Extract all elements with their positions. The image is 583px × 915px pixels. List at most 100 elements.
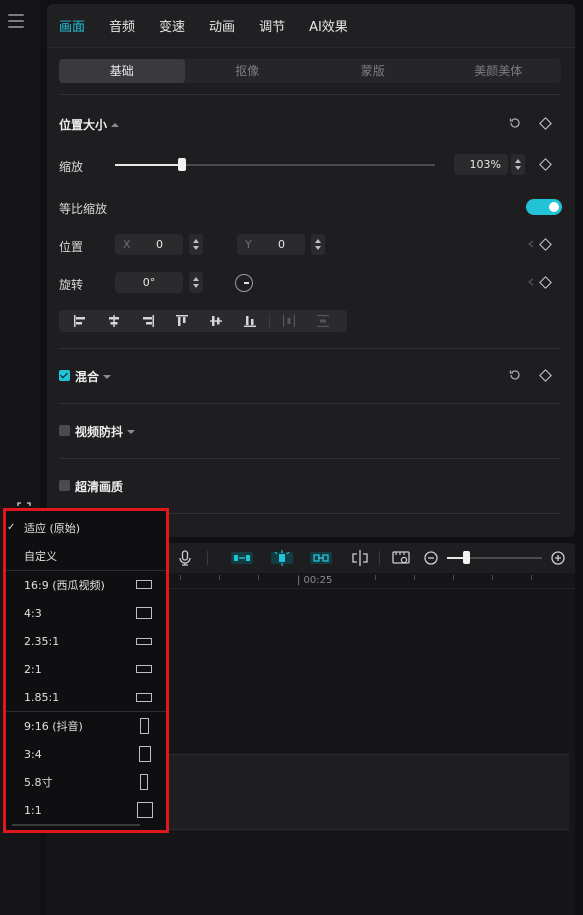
scale-slider[interactable]: [115, 158, 435, 171]
x-value: 0: [156, 238, 163, 251]
scale-slider-handle[interactable]: [178, 158, 187, 171]
ratio-option-9-16[interactable]: 9:16 (抖音): [6, 712, 166, 740]
ratio-option-1-85-1[interactable]: 1.85:1: [6, 683, 166, 711]
ratio-option-16-9[interactable]: 16:9 (西瓜视频): [6, 571, 166, 599]
section-stabilize[interactable]: 视频防抖: [75, 423, 136, 440]
section-hd[interactable]: 超清画质: [75, 478, 123, 495]
section-position-size[interactable]: 位置大小: [59, 116, 120, 133]
ratio-option-5-8-inch[interactable]: 5.8寸: [6, 768, 166, 796]
caret-up-icon: [111, 122, 120, 127]
linkage-icon[interactable]: [310, 550, 332, 566]
subtab-beauty[interactable]: 美颜美体: [436, 59, 562, 83]
subtab-mask[interactable]: 蒙版: [310, 59, 436, 83]
zoom-out-icon[interactable]: [423, 550, 439, 566]
align-left-icon[interactable]: [63, 310, 97, 332]
ruler-tick: [375, 575, 376, 580]
divider: [269, 314, 270, 328]
tab-picture[interactable]: 画面: [59, 16, 85, 35]
section-blend[interactable]: 混合: [75, 368, 112, 385]
position-y-stepper[interactable]: [311, 234, 325, 255]
distribute-vertical-icon: [306, 310, 340, 332]
ruler-tick: [258, 575, 259, 580]
subtab-basic[interactable]: 基础: [59, 59, 185, 83]
ratio-option-custom[interactable]: 自定义: [6, 542, 166, 570]
ratio-option-label: 9:16 (抖音): [24, 720, 83, 733]
menu-icon[interactable]: [8, 14, 24, 28]
microphone-icon[interactable]: [177, 550, 193, 566]
tab-ai-effects[interactable]: AI效果: [309, 16, 348, 35]
keyframe-diamond-icon[interactable]: [539, 238, 552, 251]
rotation-value: 0°: [142, 276, 156, 289]
zoom-fit-icon[interactable]: [392, 550, 410, 566]
stabilize-checkbox[interactable]: [59, 425, 70, 436]
ratio-option-2-35-1[interactable]: 2.35:1: [6, 627, 166, 655]
rotation-field[interactable]: 0°: [115, 272, 183, 293]
uniform-scale-toggle[interactable]: [526, 199, 562, 215]
divider: [59, 348, 561, 349]
ratio-5-8-inch-icon: [140, 774, 148, 790]
ratio-9-16-icon: [140, 718, 149, 734]
link-main-track-icon[interactable]: [231, 550, 253, 566]
scale-value-field[interactable]: 103%: [454, 154, 508, 175]
rotation-stepper[interactable]: [189, 272, 203, 293]
align-center-horizontal-icon[interactable]: [97, 310, 131, 332]
ratio-1-85-1-icon: [136, 693, 152, 702]
ruler-tick: [453, 575, 454, 580]
scale-stepper[interactable]: [511, 154, 525, 175]
blend-checkbox[interactable]: [59, 370, 70, 381]
keyframe-diamond-icon[interactable]: [539, 117, 552, 130]
zoom-slider-handle[interactable]: [463, 551, 470, 564]
ratio-option-2-1[interactable]: 2:1: [6, 655, 166, 683]
divider: [59, 94, 561, 95]
distribute-horizontal-icon: [272, 310, 306, 332]
divider: [59, 458, 561, 459]
hd-checkbox[interactable]: [59, 480, 70, 491]
hd-label: 超清画质: [75, 480, 124, 494]
ratio-option-4-3[interactable]: 4:3: [6, 599, 166, 627]
ratio-option-label: 2.35:1: [24, 634, 60, 648]
ratio-option-label: 3:4: [24, 747, 42, 761]
rotation-dial[interactable]: [235, 274, 253, 292]
caret-down-icon: [127, 429, 136, 434]
tab-audio[interactable]: 音频: [109, 16, 135, 35]
ratio-option-1-1[interactable]: 1:1: [6, 796, 166, 824]
keyframe-diamond-icon[interactable]: [539, 158, 552, 171]
position-x-stepper[interactable]: [189, 234, 203, 255]
position-y-field[interactable]: Y 0: [237, 234, 305, 255]
subtab-cutout[interactable]: 抠像: [185, 59, 311, 83]
ruler-tick: [492, 575, 493, 580]
align-top-icon[interactable]: [165, 310, 199, 332]
timeline-zoom-slider[interactable]: [447, 551, 542, 564]
ratio-option-fit-original[interactable]: ✓ 适应 (原始): [6, 514, 166, 542]
scale-value: 103%: [469, 158, 501, 171]
x-axis-label: X: [123, 238, 131, 251]
ruler-tick: [531, 575, 532, 580]
ruler-tick: [180, 575, 181, 580]
ratio-option-label: 自定义: [24, 550, 57, 563]
position-x-field[interactable]: X 0: [115, 234, 183, 255]
reset-icon[interactable]: [508, 116, 522, 130]
reset-icon[interactable]: [508, 368, 522, 382]
snap-icon[interactable]: [271, 550, 293, 566]
ratio-1-1-icon: [137, 802, 153, 818]
align-right-icon[interactable]: [131, 310, 165, 332]
prev-keyframe-icon[interactable]: [528, 278, 534, 286]
ruler-tick: [414, 575, 415, 580]
ratio-option-3-4[interactable]: 3:4: [6, 740, 166, 768]
tab-adjust[interactable]: 调节: [259, 16, 285, 35]
zoom-in-icon[interactable]: [550, 550, 566, 566]
keyframe-diamond-icon[interactable]: [539, 369, 552, 382]
tab-speed[interactable]: 变速: [159, 16, 185, 35]
uniform-scale-label: 等比缩放: [59, 202, 108, 216]
align-center-vertical-icon[interactable]: [199, 310, 233, 332]
prev-keyframe-icon[interactable]: [528, 240, 534, 248]
ratio-option-label: 2:1: [24, 662, 42, 676]
align-bottom-icon[interactable]: [233, 310, 267, 332]
ratio-2-1-icon: [136, 665, 152, 673]
tab-animation[interactable]: 动画: [209, 16, 235, 35]
ratio-option-label: 1.85:1: [24, 690, 60, 704]
app-window: 画面 音频 变速 动画 调节 AI效果 基础 抠像 蒙版 美颜美体 位置大小 缩…: [0, 0, 583, 915]
keyframe-diamond-icon[interactable]: [539, 276, 552, 289]
split-preview-icon[interactable]: [351, 550, 369, 566]
divider: [207, 551, 208, 565]
